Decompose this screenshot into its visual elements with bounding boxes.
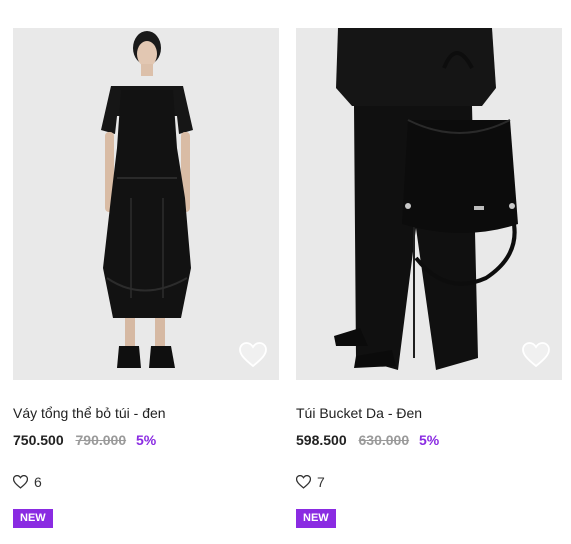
price-row: 598.500 630.000 5% <box>296 432 439 448</box>
heart-outline-icon <box>522 342 550 368</box>
like-count-value: 6 <box>34 474 42 490</box>
wishlist-button[interactable] <box>239 342 267 368</box>
heart-outline-icon <box>13 475 28 489</box>
original-price: 790.000 <box>75 432 127 448</box>
wishlist-button[interactable] <box>522 342 550 368</box>
new-badge: NEW <box>296 509 336 528</box>
discount-percent: 5% <box>136 432 157 448</box>
product-card[interactable]: Túi Bucket Da - Đen 598.500 630.000 5% 7… <box>296 0 562 544</box>
dress-photo <box>13 28 279 380</box>
price-row: 750.500 790.000 5% <box>13 432 156 448</box>
like-count-value: 7 <box>317 474 325 490</box>
new-badge: NEW <box>13 509 53 528</box>
current-price: 750.500 <box>13 432 64 448</box>
product-name[interactable]: Váy tổng thể bỏ túi - đen <box>13 405 166 421</box>
bag-photo <box>296 28 562 380</box>
discount-percent: 5% <box>419 432 440 448</box>
like-count[interactable]: 7 <box>296 474 325 490</box>
original-price: 630.000 <box>358 432 410 448</box>
heart-outline-icon <box>296 475 311 489</box>
product-name[interactable]: Túi Bucket Da - Đen <box>296 405 422 421</box>
current-price: 598.500 <box>296 432 347 448</box>
heart-outline-icon <box>239 342 267 368</box>
like-count[interactable]: 6 <box>13 474 42 490</box>
product-image[interactable] <box>296 28 562 380</box>
product-image[interactable] <box>13 28 279 380</box>
product-card[interactable]: Váy tổng thể bỏ túi - đen 750.500 790.00… <box>13 0 279 544</box>
